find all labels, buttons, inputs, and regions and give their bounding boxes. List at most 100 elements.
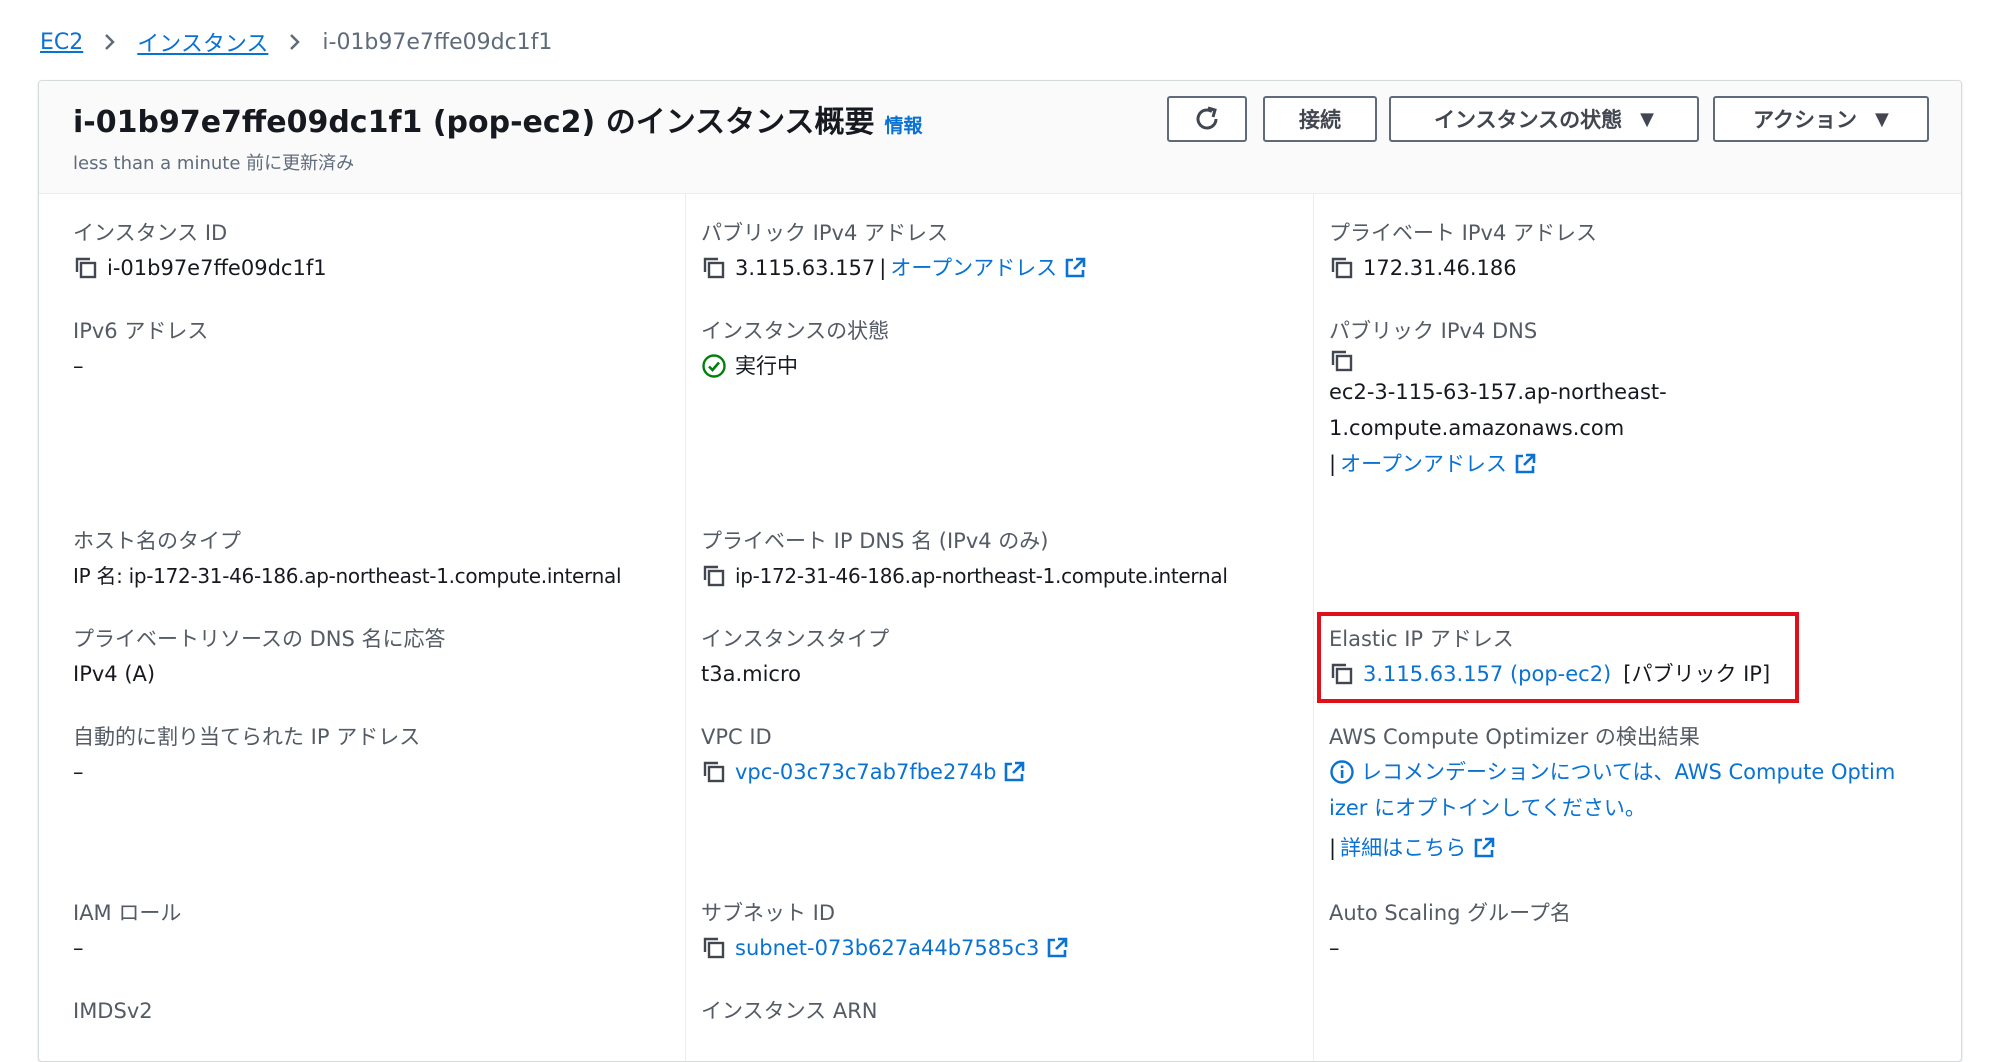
private-dns-value: ip-172-31-46-186.ap-northeast-1.compute.… [735,564,1228,588]
field-label: IAM ロール [73,901,182,925]
chevron-right-icon [288,32,302,52]
field-vpc-id: VPC ID vpc-03c73c7ab7fbe274b [701,720,1026,790]
field-label: プライベートリソースの DNS 名に応答 [73,627,446,651]
check-circle-icon [701,353,727,379]
field-value: izer にオプトインしてください。 [1329,790,1961,826]
iam-role-value: – [73,936,84,960]
field-label: Auto Scaling グループ名 [1329,901,1571,925]
copy-icon[interactable] [701,255,727,281]
ipv6-value: – [73,354,84,378]
copy-icon[interactable] [1329,348,1355,374]
field-label: プライベート IP DNS 名 (IPv4 のみ) [701,529,1049,553]
separator: | [1329,452,1337,476]
instance-state-button[interactable]: インスタンスの状態 ▼ [1389,96,1699,142]
external-link-icon[interactable] [1063,256,1087,280]
field-value: | 詳細はこちら [1329,830,1961,866]
last-updated-text: less than a minute 前に更新済み [73,153,355,174]
copy-icon[interactable] [701,935,727,961]
copy-icon[interactable] [73,255,99,281]
field-label: AWS Compute Optimizer の検出結果 [1329,725,1700,749]
elastic-ip-link[interactable]: 3.115.63.157 (pop-ec2) [1363,656,1611,692]
field-value: ip-172-31-46-186.ap-northeast-1.compute.… [701,558,1228,594]
field-label: インスタンス ARN [701,999,878,1023]
field-hostname-type: ホスト名のタイプ IP 名: ip-172-31-46-186.ap-north… [73,524,622,594]
subnet-id-link[interactable]: subnet-073b627a44b7585c3 [735,930,1039,966]
breadcrumb-current: i-01b97e7ffe09dc1f1 [322,29,553,55]
external-link-icon[interactable] [1513,452,1537,476]
page-title: i-01b97e7ffe09dc1f1 (pop-ec2) のインスタンス概要情… [73,97,923,141]
field-value: subnet-073b627a44b7585c3 [701,930,1069,966]
public-dns-line1: ec2-3-115-63-157.ap-northeast- [1329,380,1667,404]
optimizer-opt-in-link[interactable]: レコメンデーションについては、AWS Compute Optim [1361,754,1895,790]
field-optimizer: AWS Compute Optimizer の検出結果 レコメンデーションについ… [1329,720,1961,866]
field-label: パブリック IPv4 DNS [1329,319,1538,343]
chevron-right-icon [103,32,117,52]
column-divider [685,194,686,1061]
field-instance-state: インスタンスの状態 実行中 [701,314,889,384]
elastic-ip-suffix: [パブリック IP] [1623,662,1771,686]
panel-header: i-01b97e7ffe09dc1f1 (pop-ec2) のインスタンス概要情… [39,81,1961,194]
breadcrumb: EC2 インスタンス i-01b97e7ffe09dc1f1 [40,24,552,60]
details-grid: インスタンス ID i-01b97e7ffe09dc1f1 パブリック IPv4… [39,194,1961,1061]
field-resource-dns: プライベートリソースの DNS 名に応答 IPv4 (A) [73,622,446,692]
public-dns-line2: 1.compute.amazonaws.com [1329,416,1625,440]
field-value: 3.115.63.157 | オープンアドレス [701,250,1087,286]
field-ipv6: IPv6 アドレス – [73,314,208,384]
field-auto-ip: 自動的に割り当てられた IP アドレス – [73,720,420,790]
field-label: インスタンス ID [73,221,228,245]
field-label: 自動的に割り当てられた IP アドレス [73,725,421,749]
learn-more-link[interactable]: 詳細はこちら [1340,830,1466,866]
field-value: vpc-03c73c7ab7fbe274b [701,754,1026,790]
info-link[interactable]: 情報 [885,115,923,137]
open-address-link[interactable]: オープンアドレス [1340,446,1507,482]
breadcrumb-ec2[interactable]: EC2 [40,30,83,55]
breadcrumb-instances[interactable]: インスタンス [137,26,268,58]
copy-icon[interactable] [701,759,727,785]
copy-icon[interactable] [701,563,727,589]
field-iam-role: IAM ロール – [73,896,181,966]
separator: | [879,256,887,280]
caret-down-icon: ▼ [1640,108,1654,130]
instance-summary-panel: i-01b97e7ffe09dc1f1 (pop-ec2) のインスタンス概要情… [38,80,1962,1062]
field-elastic-ip: Elastic IP アドレス 3.115.63.157 (pop-ec2) [… [1329,622,1770,692]
info-circle-icon [1329,759,1355,785]
field-label: パブリック IPv4 アドレス [701,221,948,245]
optimizer-opt-in-link-cont[interactable]: izer にオプトインしてください。 [1329,790,1646,826]
column-divider [1313,194,1314,1061]
field-label: ホスト名のタイプ [73,529,241,553]
connect-button[interactable]: 接続 [1263,96,1377,142]
external-link-icon[interactable] [1002,760,1026,784]
instance-state-value: 実行中 [735,354,798,378]
open-address-link[interactable]: オープンアドレス [890,250,1057,286]
copy-icon[interactable] [1329,661,1355,687]
field-label: Elastic IP アドレス [1329,627,1514,651]
actions-button[interactable]: アクション ▼ [1713,96,1929,142]
field-label: インスタンスの状態 [701,319,890,343]
field-value: i-01b97e7ffe09dc1f1 [73,250,327,286]
instance-type-value: t3a.micro [701,662,801,686]
field-label: IPv6 アドレス [73,319,209,343]
copy-icon[interactable] [1329,255,1355,281]
refresh-button[interactable] [1167,96,1247,142]
vpc-id-link[interactable]: vpc-03c73c7ab7fbe274b [735,754,996,790]
field-value: 実行中 [701,348,889,384]
field-label: VPC ID [701,725,772,749]
actions-label: アクション [1753,108,1858,132]
field-private-dns: プライベート IP DNS 名 (IPv4 のみ) ip-172-31-46-1… [701,524,1228,594]
field-public-ipv4: パブリック IPv4 アドレス 3.115.63.157 | オープンアドレス [701,216,1087,286]
asg-value: – [1329,936,1340,960]
field-label: サブネット ID [701,901,836,925]
field-asg: Auto Scaling グループ名 – [1329,896,1571,966]
separator: | [1329,836,1337,860]
instance-state-label: インスタンスの状態 [1433,108,1623,132]
field-instance-id: インスタンス ID i-01b97e7ffe09dc1f1 [73,216,327,286]
external-link-icon[interactable] [1045,936,1069,960]
hostname-type-value: IP 名: ip-172-31-46-186.ap-northeast-1.co… [73,564,622,588]
field-value: レコメンデーションについては、AWS Compute Optim [1329,754,1961,790]
field-private-ipv4: プライベート IPv4 アドレス 172.31.46.186 [1329,216,1597,286]
field-public-dns: パブリック IPv4 DNS ec2-3-115-63-157.ap-north… [1329,314,1667,482]
auto-ip-value: – [73,760,84,784]
field-value: 3.115.63.157 (pop-ec2) [パブリック IP] [1329,656,1770,692]
field-arn: インスタンス ARN [701,994,878,1028]
external-link-icon[interactable] [1472,836,1496,860]
